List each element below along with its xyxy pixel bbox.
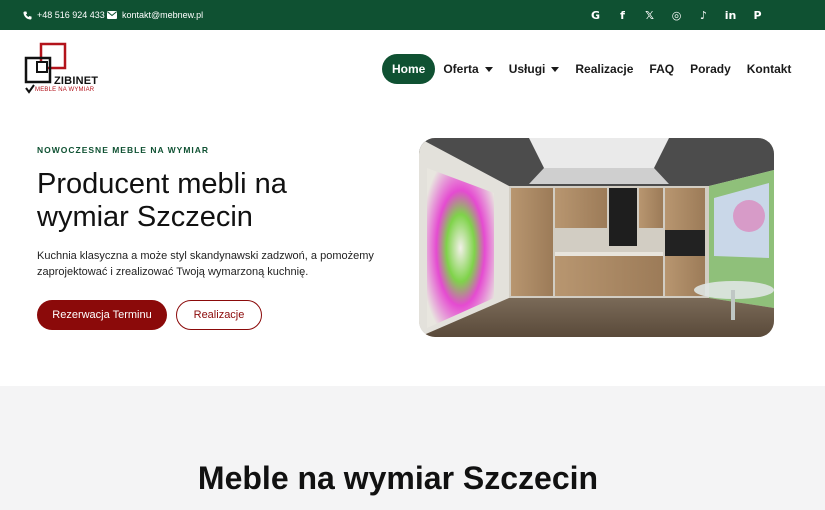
nav-item-label: Realizacje (575, 62, 634, 76)
main-nav: Home Oferta Usługi Realizacje FAQ Porady… (382, 54, 799, 84)
site-logo[interactable]: ZIBINET MEBLE NA WYMIAR (24, 42, 104, 98)
hero-section: NOWOCZESNE MEBLE NA WYMIAR Producent meb… (0, 110, 825, 386)
email-contact[interactable]: kontakt@mebnew.pl (107, 0, 203, 30)
top-bar: +48 516 924 433 kontakt@mebnew.pl G f 𝕏 … (0, 0, 825, 30)
nav-item-uslugi[interactable]: Usługi (501, 54, 568, 84)
phone-number: +48 516 924 433 (37, 10, 105, 20)
social-links: G f 𝕏 ◎ ♪ in P (582, 0, 771, 30)
kitchen-illustration (419, 138, 774, 337)
kitchen-photo (419, 138, 774, 337)
email-address: kontakt@mebnew.pl (122, 10, 204, 20)
hero-title: Producent mebli na wymiar Szczecin (37, 168, 397, 234)
facebook-icon[interactable]: f (609, 0, 636, 30)
logo-tagline: MEBLE NA WYMIAR (35, 87, 95, 93)
x-twitter-icon[interactable]: 𝕏 (636, 0, 663, 30)
intro-section: Meble na wymiar Szczecin (0, 386, 825, 510)
section-title: Meble na wymiar Szczecin (197, 460, 599, 496)
reservation-button[interactable]: Rezerwacja Terminu (37, 300, 167, 330)
nav-item-faq[interactable]: FAQ (641, 54, 682, 84)
google-icon[interactable]: G (582, 0, 609, 30)
nav-item-porady[interactable]: Porady (682, 54, 739, 84)
nav-item-kontakt[interactable]: Kontakt (739, 54, 800, 84)
nav-item-realizacje[interactable]: Realizacje (567, 54, 641, 84)
nav-item-label: FAQ (649, 62, 675, 76)
nav-item-label: Kontakt (746, 62, 792, 76)
chevron-down-icon (551, 66, 560, 72)
nav-item-label: Porady (690, 62, 731, 76)
nav-item-label: Oferta (443, 62, 479, 76)
logo-brand: ZIBINET (54, 75, 99, 87)
linkedin-icon[interactable]: in (717, 0, 744, 30)
hero-title-line1: Producent mebli na (37, 168, 287, 200)
site-header: ZIBINET MEBLE NA WYMIAR Home Oferta Usłu… (0, 30, 825, 110)
instagram-icon[interactable]: ◎ (663, 0, 690, 30)
nav-item-oferta[interactable]: Oferta (435, 54, 500, 84)
nav-item-label: Home (392, 62, 426, 76)
chevron-down-icon (484, 66, 493, 72)
realizations-button[interactable]: Realizacje (176, 300, 262, 330)
phone-icon (23, 10, 32, 20)
envelope-icon (107, 11, 117, 19)
tiktok-icon[interactable]: ♪ (690, 0, 717, 30)
nav-item-home[interactable]: Home (382, 54, 436, 84)
hero-lead: Kuchnia klasyczna a może styl skandynaws… (37, 250, 374, 278)
nav-item-label: Usługi (508, 62, 546, 76)
phone-contact[interactable]: +48 516 924 433 (23, 0, 105, 30)
pinterest-icon[interactable]: P (744, 0, 771, 30)
hero-title-line2: wymiar Szczecin (37, 201, 253, 233)
hero-eyebrow: NOWOCZESNE MEBLE NA WYMIAR (37, 145, 210, 155)
